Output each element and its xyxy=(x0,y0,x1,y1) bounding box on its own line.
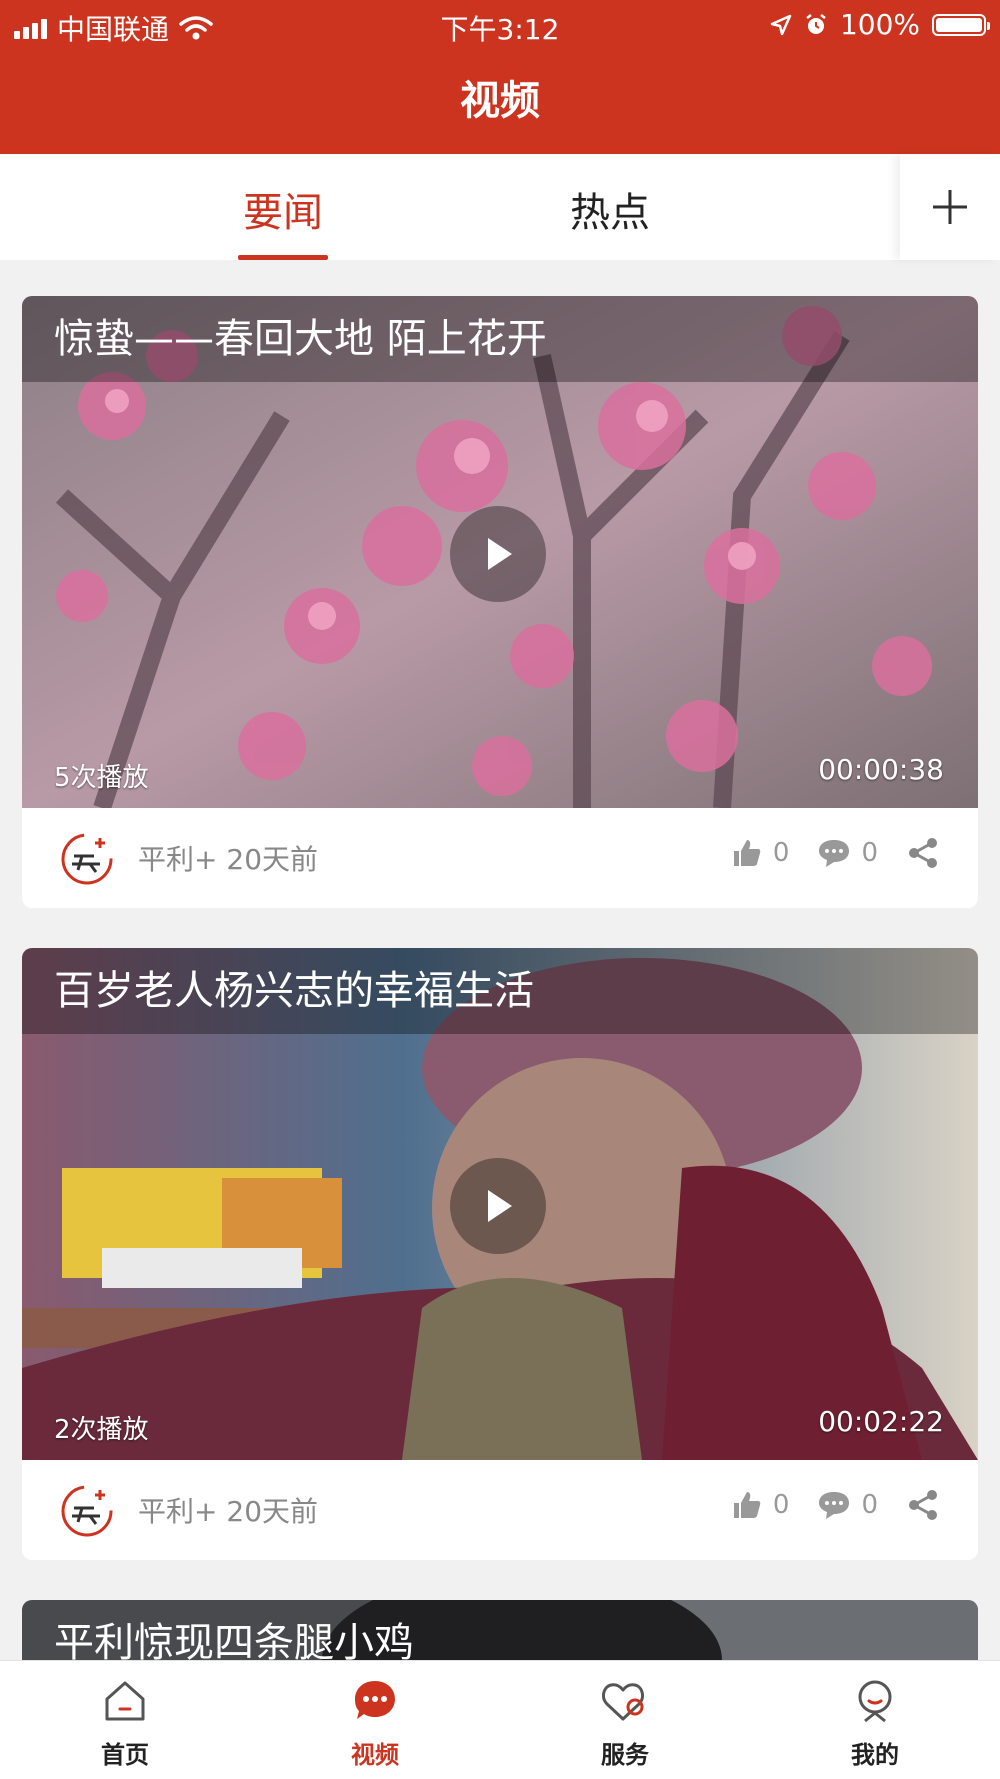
location-arrow-icon xyxy=(770,14,792,35)
video-title: 惊蛰——春回大地 陌上花开 xyxy=(22,296,978,382)
thumbs-up-icon xyxy=(733,1492,761,1518)
tab-news[interactable]: 要闻 xyxy=(238,180,328,260)
nav-service[interactable]: 服务 xyxy=(565,1677,685,1770)
nav-home[interactable]: 首页 xyxy=(65,1677,185,1770)
channel-tabs: 要闻 热点 xyxy=(0,154,1000,260)
play-count: 5次播放 xyxy=(54,763,149,793)
comment-button[interactable]: 0 xyxy=(817,1489,878,1521)
top-header: 中国联通 下午3:12 100% 视频 xyxy=(0,0,1000,154)
video-chat-icon xyxy=(355,1681,395,1719)
like-button[interactable]: 0 xyxy=(731,1489,790,1521)
battery-icon xyxy=(932,13,990,36)
like-count: 0 xyxy=(772,838,790,868)
source-name: 平利+ xyxy=(138,843,218,876)
nav-profile[interactable]: 我的 xyxy=(815,1677,935,1770)
nav-service-label: 服务 xyxy=(601,1741,649,1769)
source-logo-icon xyxy=(61,1485,113,1537)
tab-active-indicator xyxy=(238,255,328,260)
play-icon xyxy=(488,538,512,570)
share-button[interactable] xyxy=(906,1488,940,1522)
heart-service-icon xyxy=(602,1683,644,1721)
video-meta-bar: 平利+ 20天前 0 0 xyxy=(22,1460,978,1560)
video-meta-bar: 平利+ 20天前 0 0 xyxy=(22,808,978,908)
thumbs-up-icon xyxy=(733,840,761,866)
time-ago: 20天前 xyxy=(226,1495,319,1528)
comment-count: 0 xyxy=(861,838,878,868)
nav-profile-label: 我的 xyxy=(851,1741,899,1769)
tab-hot-label: 热点 xyxy=(570,190,650,236)
play-button[interactable] xyxy=(450,1158,546,1254)
profile-icon xyxy=(858,1680,892,1723)
video-card[interactable]: 惊蛰——春回大地 陌上花开 5次播放 00:00:38 平利+ 20天前 0 0 xyxy=(22,296,978,908)
battery-percent: 100% xyxy=(839,8,920,41)
comment-icon xyxy=(819,840,850,867)
source-info: 平利+ 20天前 xyxy=(138,838,318,878)
page-title: 视频 xyxy=(460,78,540,124)
video-duration: 00:02:22 xyxy=(818,1405,944,1438)
tab-hot[interactable]: 热点 xyxy=(565,180,655,260)
bottom-navigation: 首页 视频 服务 我的 xyxy=(0,1660,1000,1779)
like-count: 0 xyxy=(772,1490,790,1520)
play-count: 2次播放 xyxy=(54,1415,149,1445)
share-icon xyxy=(909,838,937,868)
like-button[interactable]: 0 xyxy=(731,837,790,869)
plus-icon xyxy=(933,190,967,224)
share-button[interactable] xyxy=(906,836,940,870)
play-button[interactable] xyxy=(450,506,546,602)
video-card[interactable]: 百岁老人杨兴志的幸福生活 2次播放 00:02:22 平利+ 20天前 0 0 xyxy=(22,948,978,1560)
nav-video[interactable]: 视频 xyxy=(315,1677,435,1770)
video-thumbnail[interactable]: 惊蛰——春回大地 陌上花开 5次播放 00:00:38 xyxy=(22,296,978,808)
time-ago: 20天前 xyxy=(226,843,319,876)
comment-count: 0 xyxy=(861,1490,878,1520)
video-duration: 00:00:38 xyxy=(818,753,944,786)
nav-home-label: 首页 xyxy=(101,1741,149,1769)
play-icon xyxy=(488,1190,512,1222)
nav-video-label: 视频 xyxy=(351,1741,399,1769)
source-name: 平利+ xyxy=(138,1495,218,1528)
source-logo-icon xyxy=(61,833,113,885)
add-channel-button[interactable] xyxy=(900,154,1000,260)
home-icon xyxy=(105,1681,145,1721)
tab-news-label: 要闻 xyxy=(243,190,323,236)
share-icon xyxy=(909,1490,937,1520)
video-thumbnail[interactable]: 百岁老人杨兴志的幸福生活 2次播放 00:02:22 xyxy=(22,948,978,1460)
comment-button[interactable]: 0 xyxy=(817,837,878,869)
alarm-icon xyxy=(806,13,826,34)
video-title: 百岁老人杨兴志的幸福生活 xyxy=(22,948,978,1034)
comment-icon xyxy=(819,1492,850,1519)
source-info: 平利+ 20天前 xyxy=(138,1490,318,1530)
status-bar: 中国联通 下午3:12 100% xyxy=(0,0,1000,50)
